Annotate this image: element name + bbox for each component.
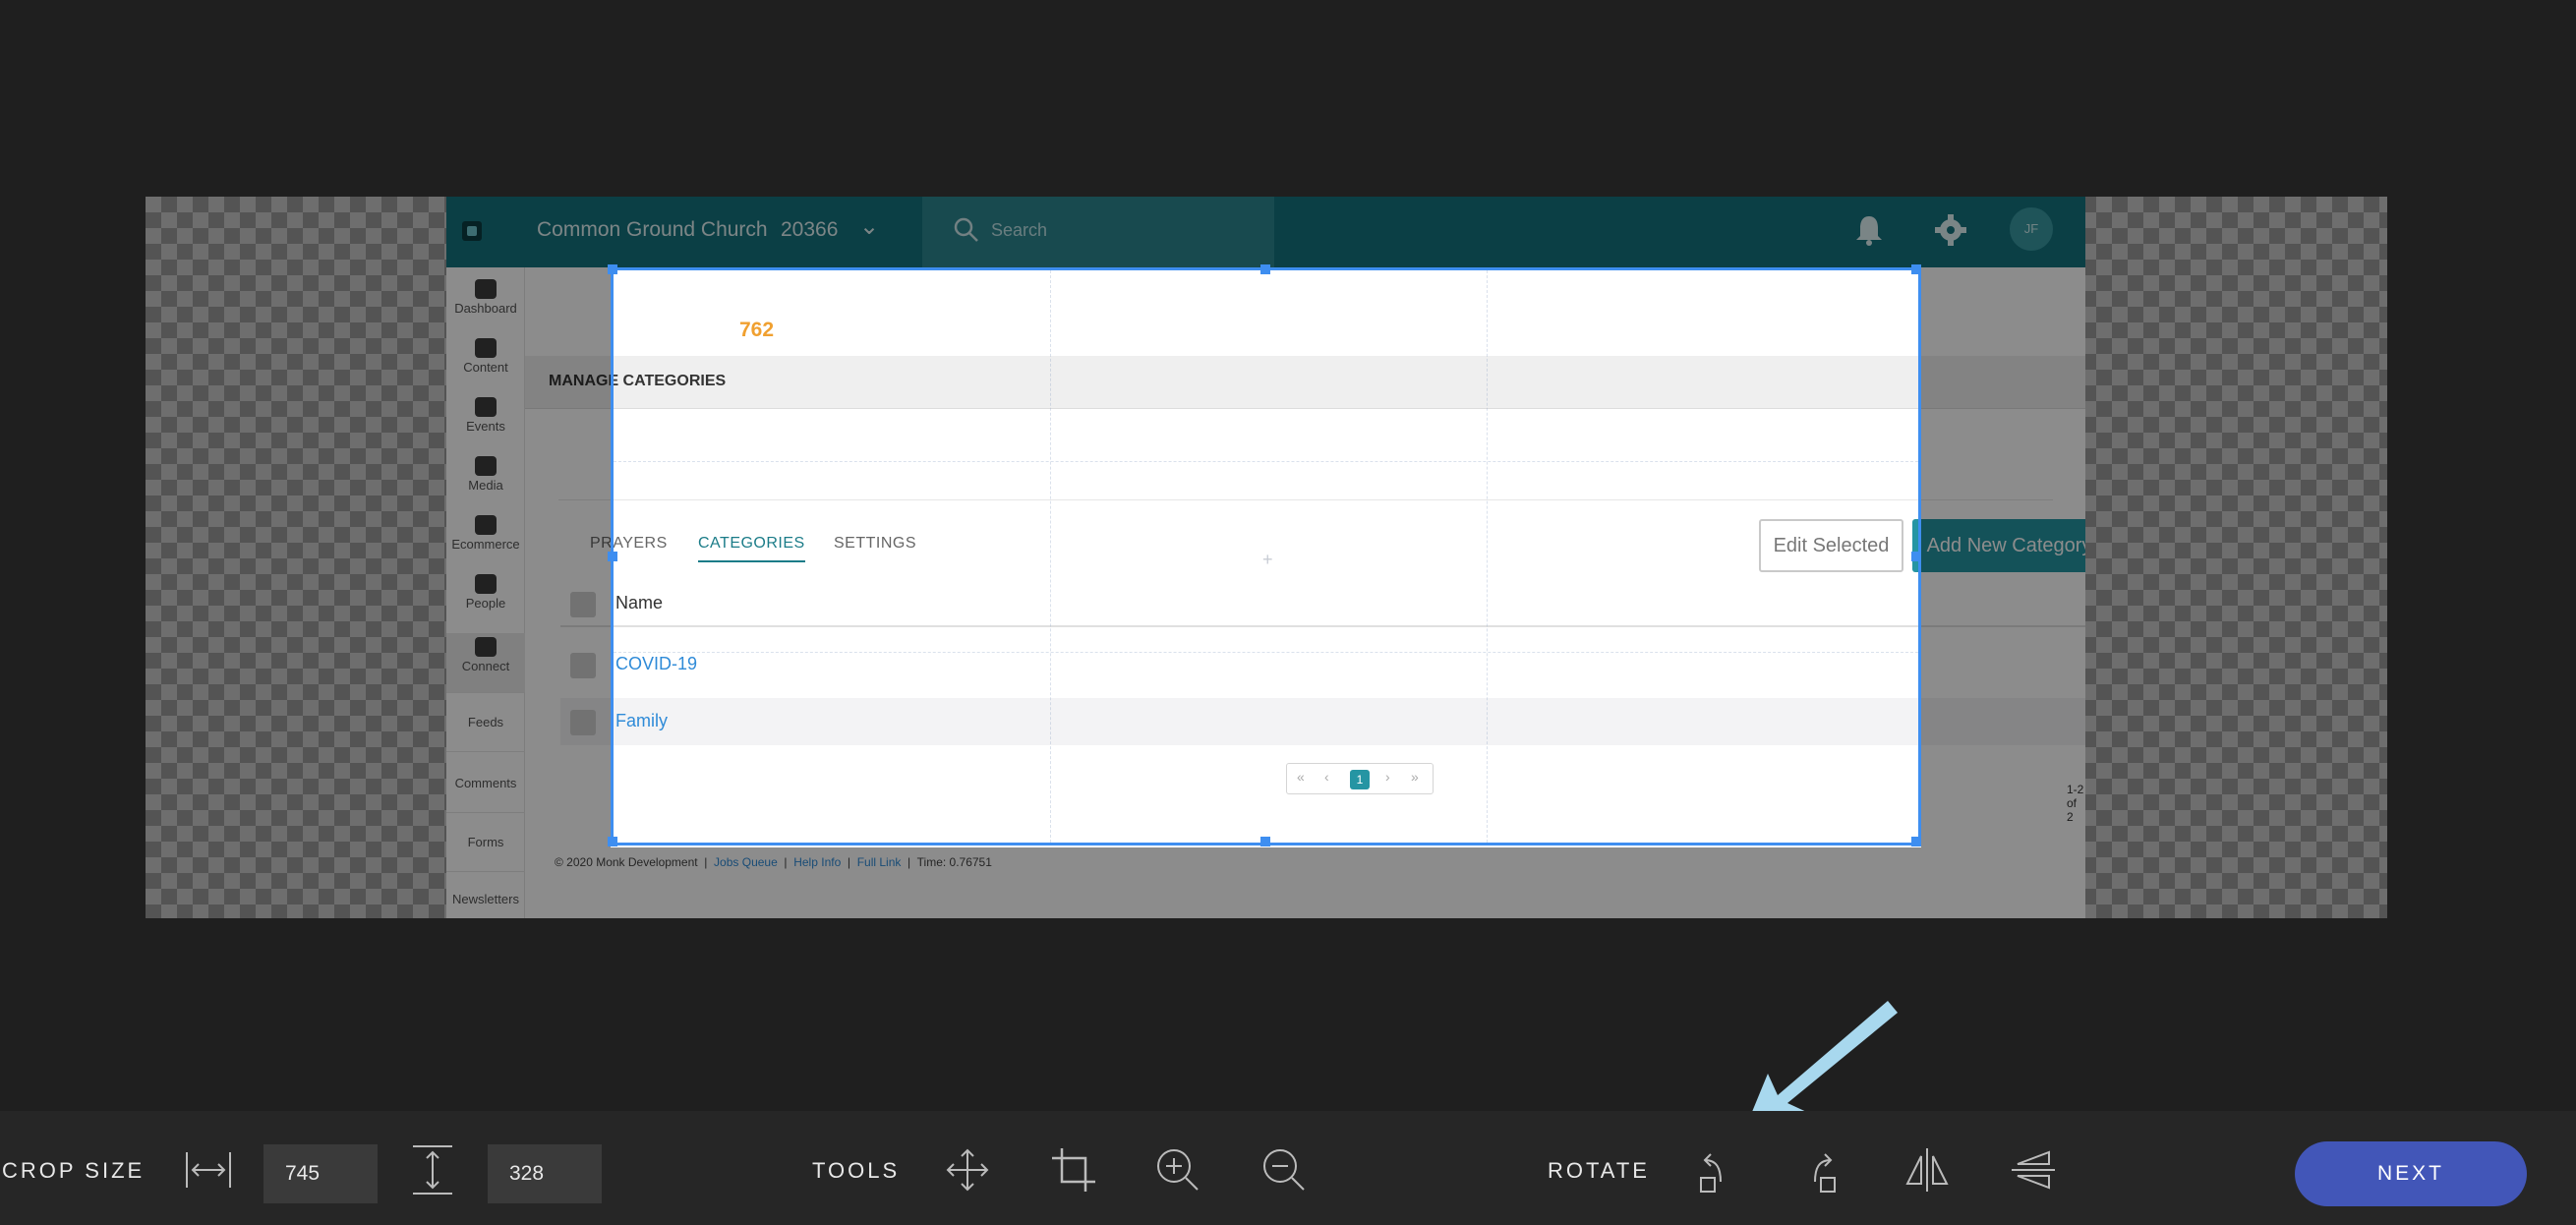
bottom-toolbar: CROP SIZE 745 328 TOOLS ROTATE NEXT [0, 1111, 2576, 1225]
crop-width-input[interactable]: 745 [263, 1144, 378, 1203]
zoom-out-icon[interactable] [1257, 1142, 1312, 1197]
crop-handle-left[interactable] [608, 552, 617, 561]
crop-handle-top-right[interactable] [1911, 264, 1921, 274]
crop-size-label: CROP SIZE [2, 1158, 146, 1183]
dim-overlay-right [1921, 267, 2387, 918]
crop-handle-top[interactable] [1260, 264, 1270, 274]
width-arrows-icon [181, 1142, 236, 1197]
dim-overlay-bottom [611, 847, 1921, 918]
rotate-left-icon[interactable] [1687, 1142, 1742, 1197]
crop-center-icon: + [1262, 550, 1273, 569]
height-arrows-icon [405, 1142, 460, 1197]
crop-handle-bottom[interactable] [1260, 837, 1270, 846]
crop-grid-line [1487, 270, 1488, 843]
crop-height-input[interactable]: 328 [488, 1144, 602, 1203]
dim-overlay-top [146, 197, 2387, 267]
crop-grid-line [614, 461, 1918, 462]
crop-frame[interactable]: + [608, 264, 1921, 846]
crop-handle-bottom-left[interactable] [608, 837, 617, 846]
rotate-right-icon[interactable] [1793, 1142, 1848, 1197]
crop-handle-bottom-right[interactable] [1911, 837, 1921, 846]
crop-handle-top-left[interactable] [608, 264, 617, 274]
crop-icon[interactable] [1046, 1142, 1101, 1197]
crop-grid-line [1050, 270, 1051, 843]
tools-label: TOOLS [812, 1158, 901, 1183]
flip-horizontal-icon[interactable] [1900, 1142, 1955, 1197]
crop-grid-line [614, 652, 1918, 653]
flip-vertical-icon[interactable] [2006, 1142, 2061, 1197]
zoom-in-icon[interactable] [1150, 1142, 1205, 1197]
rotate-label: ROTATE [1548, 1158, 1650, 1183]
move-icon[interactable] [940, 1142, 995, 1197]
next-button[interactable]: NEXT [2295, 1141, 2527, 1206]
crop-handle-right[interactable] [1911, 552, 1921, 561]
dim-overlay-left [146, 267, 611, 918]
